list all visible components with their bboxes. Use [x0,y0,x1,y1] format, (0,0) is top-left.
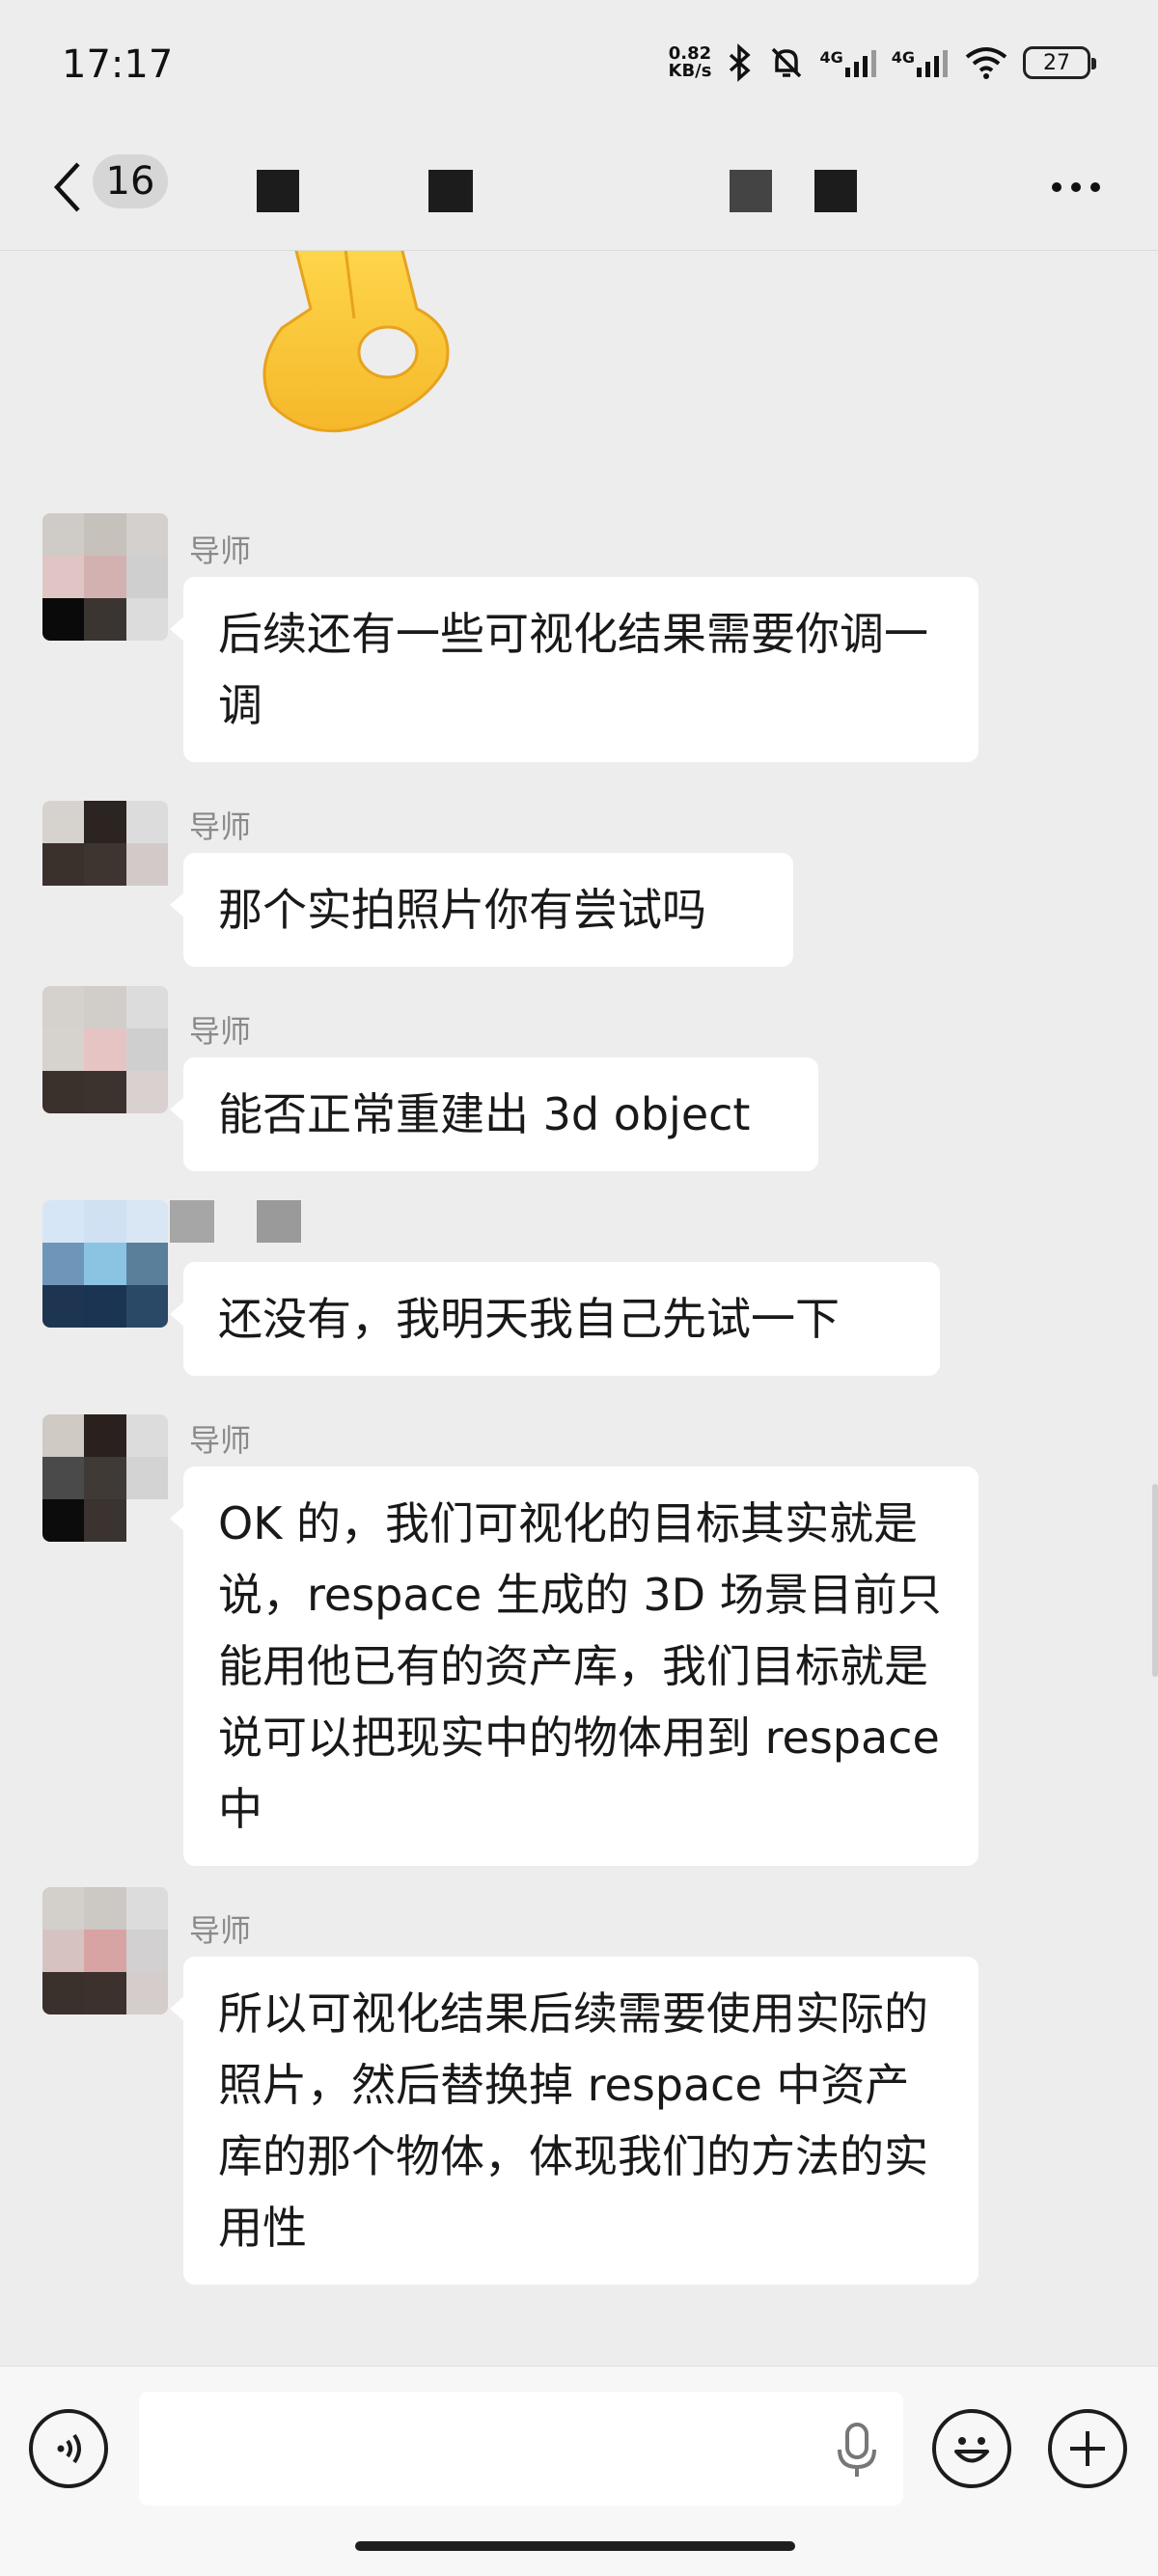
home-indicator[interactable] [355,2541,795,2551]
battery-indicator: 27 [1023,46,1096,79]
ok-hand-emoji [253,251,465,434]
status-icons: 0.82 KB/s 4G 4G 27 [669,39,1096,87]
more-dot [1071,182,1081,192]
sender-name: 导师 [189,1912,252,1949]
plus-button[interactable] [1048,2409,1127,2488]
more-dot [1090,182,1100,192]
signal-2-label: 4G [891,48,915,67]
signal-1: 4G [819,48,877,77]
message-bubble[interactable]: 能否正常重建出 3d object [170,1057,818,1171]
chevron-left-icon [53,162,80,212]
network-speed: 0.82 KB/s [669,45,712,80]
message-bubble[interactable]: 还没有，我明天我自己先试一下 [170,1262,940,1376]
unread-count-badge[interactable]: 16 [93,154,168,208]
plus-icon [1070,2431,1105,2466]
signal-bars-icon [844,50,876,77]
avatar[interactable] [42,1414,168,1542]
status-bar: 17:17 0.82 KB/s 4G 4G 27 [0,0,1158,129]
signal-bars-icon [917,50,948,77]
status-time: 17:17 [62,42,174,87]
more-dot [1052,182,1062,192]
message-bubble[interactable]: 那个实拍照片你有尝试吗 [170,853,793,967]
signal-1-label: 4G [819,48,843,67]
signal-2: 4G [892,48,950,77]
scroll-indicator[interactable] [1152,1484,1158,1677]
voice-icon [57,2433,81,2464]
chat-header: 16 [0,129,1158,251]
message-input[interactable] [139,2392,903,2506]
battery-level: 27 [1043,50,1070,75]
bluetooth-icon [730,43,752,82]
message-bubble[interactable]: 后续还有一些可视化结果需要你调一调 [170,577,979,762]
sender-name: 导师 [189,808,252,845]
sender-name: 导师 [189,1013,252,1050]
message-bubble[interactable]: OK 的，我们可视化的目标其实就是说，respace 生成的 3D 场景目前只能… [170,1466,979,1866]
emoji-button[interactable] [932,2409,1011,2488]
title-pixel [730,170,772,212]
ok-hand-icon [262,251,450,433]
avatar[interactable] [42,1887,168,2014]
name-pixel [170,1200,214,1243]
title-pixel [428,170,473,212]
back-button[interactable] [39,149,96,226]
name-pixel [257,1200,301,1243]
microphone-icon[interactable] [836,2423,878,2479]
sender-name: 导师 [189,1422,252,1459]
emoji-icon [954,2437,989,2463]
avatar[interactable] [42,513,168,641]
title-pixel [257,170,299,212]
voice-input-button[interactable] [29,2409,108,2488]
avatar[interactable] [42,801,168,928]
sender-name: 导师 [189,533,252,569]
net-speed-unit: KB/s [668,61,712,81]
message-bubble[interactable]: 所以可视化结果后续需要使用实际的照片，然后替换掉 respace 中资产库的那个… [170,1957,979,2285]
mute-bell-icon [772,47,802,78]
more-options-button[interactable] [1042,158,1110,216]
avatar[interactable] [42,986,168,1113]
avatar[interactable] [42,1200,168,1328]
wifi-icon [965,47,1007,79]
title-pixel [814,170,857,212]
